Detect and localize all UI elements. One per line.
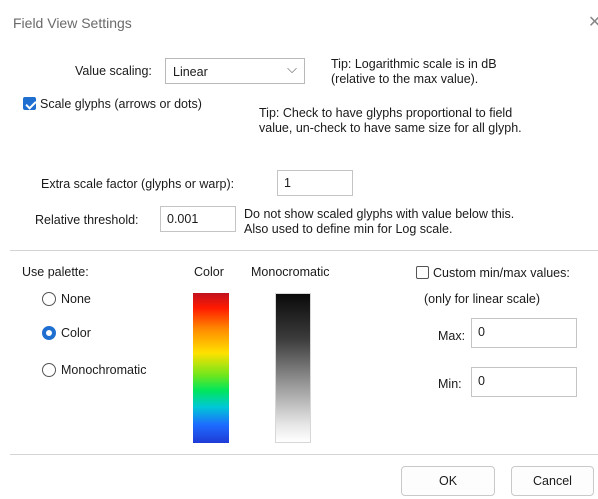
palette-monochromatic-radio[interactable] (42, 363, 56, 377)
palette-none-radio[interactable] (42, 292, 56, 306)
color-palette-bar (193, 293, 229, 443)
color-palette-header: Color (194, 265, 224, 279)
custom-minmax-checkbox[interactable] (416, 266, 429, 279)
extra-scale-value: 1 (284, 176, 291, 190)
scale-glyphs-checkbox[interactable] (23, 97, 36, 110)
cancel-button[interactable]: Cancel (511, 466, 594, 496)
close-icon[interactable]: ✕ (588, 12, 598, 32)
min-value: 0 (478, 374, 485, 388)
value-scaling-select[interactable]: Linear ⌵ (165, 58, 305, 84)
custom-minmax-note: (only for linear scale) (424, 292, 541, 306)
ok-button[interactable]: OK (401, 466, 495, 496)
min-label: Min: (438, 377, 462, 391)
relative-threshold-desc-line1: Do not show scaled glyphs with value bel… (244, 207, 515, 221)
monochromatic-palette-bar (275, 293, 311, 443)
palette-color-label[interactable]: Color (61, 326, 91, 340)
scale-glyphs-tip-line1: Tip: Check to have glyphs proportional t… (259, 106, 513, 120)
value-scaling-label: Value scaling: (75, 64, 152, 78)
title-bar: Field View Settings ✕ (0, 0, 598, 44)
relative-threshold-input[interactable]: 0.001 (160, 206, 236, 232)
field-view-settings-dialog: Field View Settings ✕ Value scaling: Lin… (0, 0, 598, 499)
custom-minmax-label[interactable]: Custom min/max values: (433, 266, 570, 280)
value-scaling-tip-line1: Tip: Logarithmic scale is in dB (331, 57, 497, 71)
value-scaling-tip-line2: (relative to the max value). (331, 72, 479, 86)
window-title: Field View Settings (13, 15, 132, 31)
relative-threshold-label: Relative threshold: (35, 213, 139, 227)
palette-monochromatic-label[interactable]: Monochromatic (61, 363, 146, 377)
max-input[interactable]: 0 (471, 318, 577, 348)
relative-threshold-desc-line2: Also used to define min for Log scale. (244, 222, 453, 236)
value-scaling-selected: Linear (173, 65, 208, 79)
palette-color-radio[interactable] (42, 326, 56, 340)
scale-glyphs-tip-line2: value, un-check to have same size for al… (259, 121, 522, 135)
mono-palette-header: Monocromatic (251, 265, 330, 279)
min-input[interactable]: 0 (471, 367, 577, 397)
extra-scale-input[interactable]: 1 (277, 170, 353, 196)
max-value: 0 (478, 325, 485, 339)
scale-glyphs-label[interactable]: Scale glyphs (arrows or dots) (40, 97, 202, 111)
extra-scale-label: Extra scale factor (glyphs or warp): (41, 177, 235, 191)
divider-bottom (10, 454, 598, 455)
palette-none-label[interactable]: None (61, 292, 91, 306)
max-label: Max: (438, 329, 466, 343)
relative-threshold-value: 0.001 (167, 212, 199, 226)
chevron-down-icon: ⌵ (287, 61, 297, 76)
use-palette-label: Use palette: (22, 265, 89, 279)
divider-top (10, 250, 598, 251)
